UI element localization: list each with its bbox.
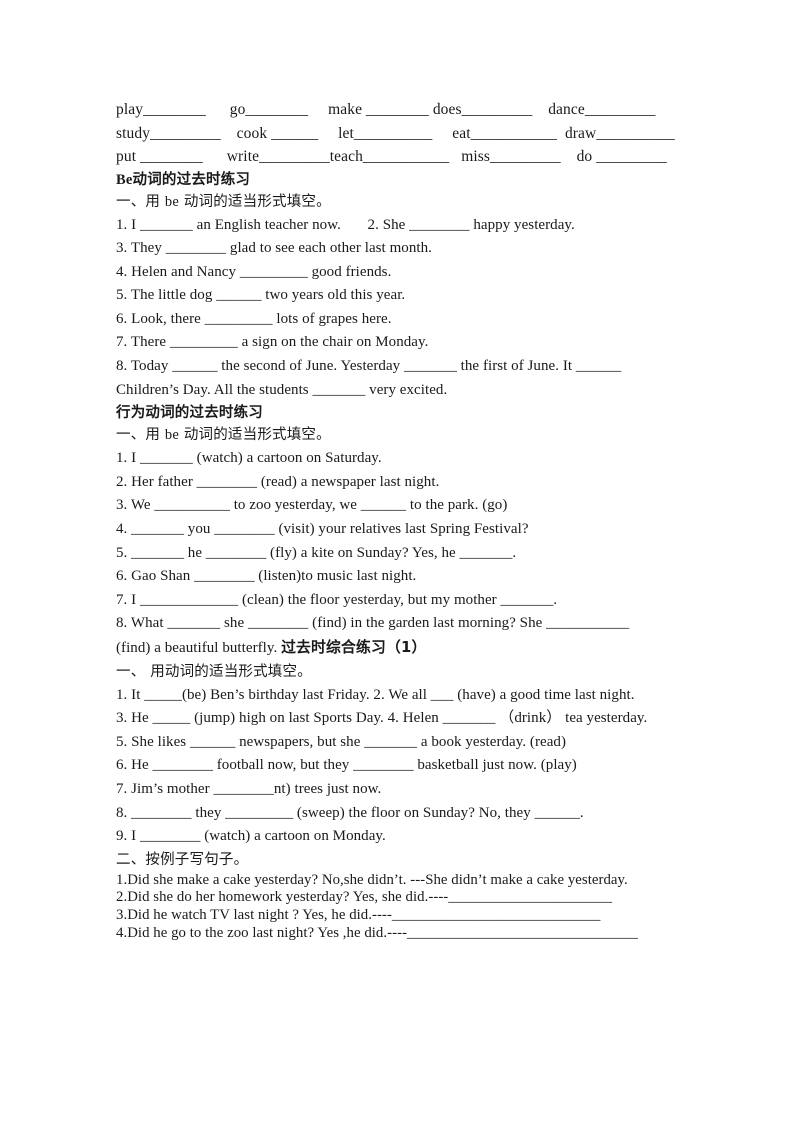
question-line: 8. ________ they _________ (sweep) the f… — [116, 804, 584, 821]
question-line-wrap: Children’s Day. All the students _______… — [116, 381, 448, 398]
question-line: 1. I _______ (watch) a cartoon on Saturd… — [116, 450, 382, 467]
sentence-questions-block: 1.Did she make a cake yesterday? No,she … — [116, 872, 682, 942]
instruction-be-verb: 一、用 be 动词的适当形式填空。 — [116, 191, 682, 214]
question-line: 1. It _____(be) Ben’s birthday last Frid… — [116, 686, 635, 703]
instruction-be-en: be — [164, 193, 180, 210]
question-line: 4. _______ you ________ (visit) your rel… — [116, 521, 529, 538]
question-line: 1. I _______ an English teacher now. 2. … — [116, 216, 575, 233]
question-line: 8. What _______ she ________ (find) in t… — [116, 615, 630, 632]
review-questions-block: 1. It _____(be) Ben’s birthday last Frid… — [116, 684, 682, 849]
question-line-tail: (find) a beautiful butterfly. — [116, 640, 282, 656]
question-line: 4.Did he go to the zoo last night? Yes ,… — [116, 924, 638, 941]
question-line: 3. We __________ to zoo yesterday, we __… — [116, 497, 508, 514]
question-line: 5. _______ he ________ (fly) a kite on S… — [116, 544, 517, 561]
instruction-sentence-writing: 二、按例子写句子。 — [116, 851, 249, 868]
document-content: play________ go________ make ________ do… — [116, 98, 682, 942]
instruction-be-prefix: 一、用 — [116, 193, 165, 210]
section-heading-be-rest: 动词的过去时练习 — [132, 171, 251, 188]
verb-list-row: study_________ cook ______ let__________… — [116, 124, 675, 142]
question-line: 1.Did she make a cake yesterday? No,she … — [116, 871, 628, 888]
question-line: 5. The little dog ______ two years old t… — [116, 287, 406, 304]
instruction-action-en: be — [164, 427, 180, 444]
document-page: play________ go________ make ________ do… — [0, 0, 794, 1123]
question-line: 6. Gao Shan ________ (listen)to music la… — [116, 568, 417, 585]
question-line-with-inline-heading: (find) a beautiful butterfly. 过去时综合练习（1） — [116, 636, 682, 661]
instruction-action-suffix: 动词的适当形式填空。 — [179, 427, 331, 444]
question-line: 6. He ________ football now, but they __… — [116, 757, 577, 774]
question-line: 7. Jim’s mother ________nt) trees just n… — [116, 780, 382, 797]
instruction-action-prefix: 一、用 — [116, 427, 165, 444]
question-line: 3.Did he watch TV last night ? Yes, he d… — [116, 906, 601, 923]
question-line: 7. There _________ a sign on the chair o… — [116, 334, 429, 351]
question-line: 7. I _____________ (clean) the floor yes… — [116, 591, 558, 608]
section-heading-review: 过去时综合练习（1） — [281, 639, 427, 656]
section-heading-be-prefix: Be — [116, 171, 133, 188]
instruction-be-suffix: 动词的适当形式填空。 — [179, 193, 331, 210]
section-heading-action-verb: 行为动词的过去时练习 — [116, 405, 263, 422]
question-line: 2.Did she do her homework yesterday? Yes… — [116, 889, 613, 906]
verb-list-row: play________ go________ make ________ do… — [116, 101, 656, 118]
question-line: 4. Helen and Nancy _________ good friend… — [116, 263, 392, 280]
question-line: 5. She likes ______ newspapers, but she … — [116, 733, 567, 750]
question-line: 3. They ________ glad to see each other … — [116, 240, 432, 257]
question-line: 6. Look, there _________ lots of grapes … — [116, 310, 392, 327]
action-questions-block: 1. I _______ (watch) a cartoon on Saturd… — [116, 447, 682, 660]
question-line: 9. I ________ (watch) a cartoon on Monda… — [116, 828, 386, 845]
question-line: 8. Today ______ the second of June. Yest… — [116, 358, 622, 375]
verb-list-row: put ________ write_________teach________… — [116, 148, 667, 165]
question-line: 2. Her father ________ (read) a newspape… — [116, 473, 440, 490]
instruction-review: 一、 用动词的适当形式填空。 — [116, 663, 312, 680]
question-line: 3. He _____ (jump) high on last Sports D… — [116, 710, 648, 727]
be-questions-block: 1. I _______ an English teacher now. 2. … — [116, 214, 682, 403]
instruction-action-verb: 一、用 be 动词的适当形式填空。 — [116, 424, 682, 447]
verb-list-block: play________ go________ make ________ do… — [116, 98, 682, 169]
section-heading-be-verb: Be动词的过去时练习 — [116, 169, 682, 191]
